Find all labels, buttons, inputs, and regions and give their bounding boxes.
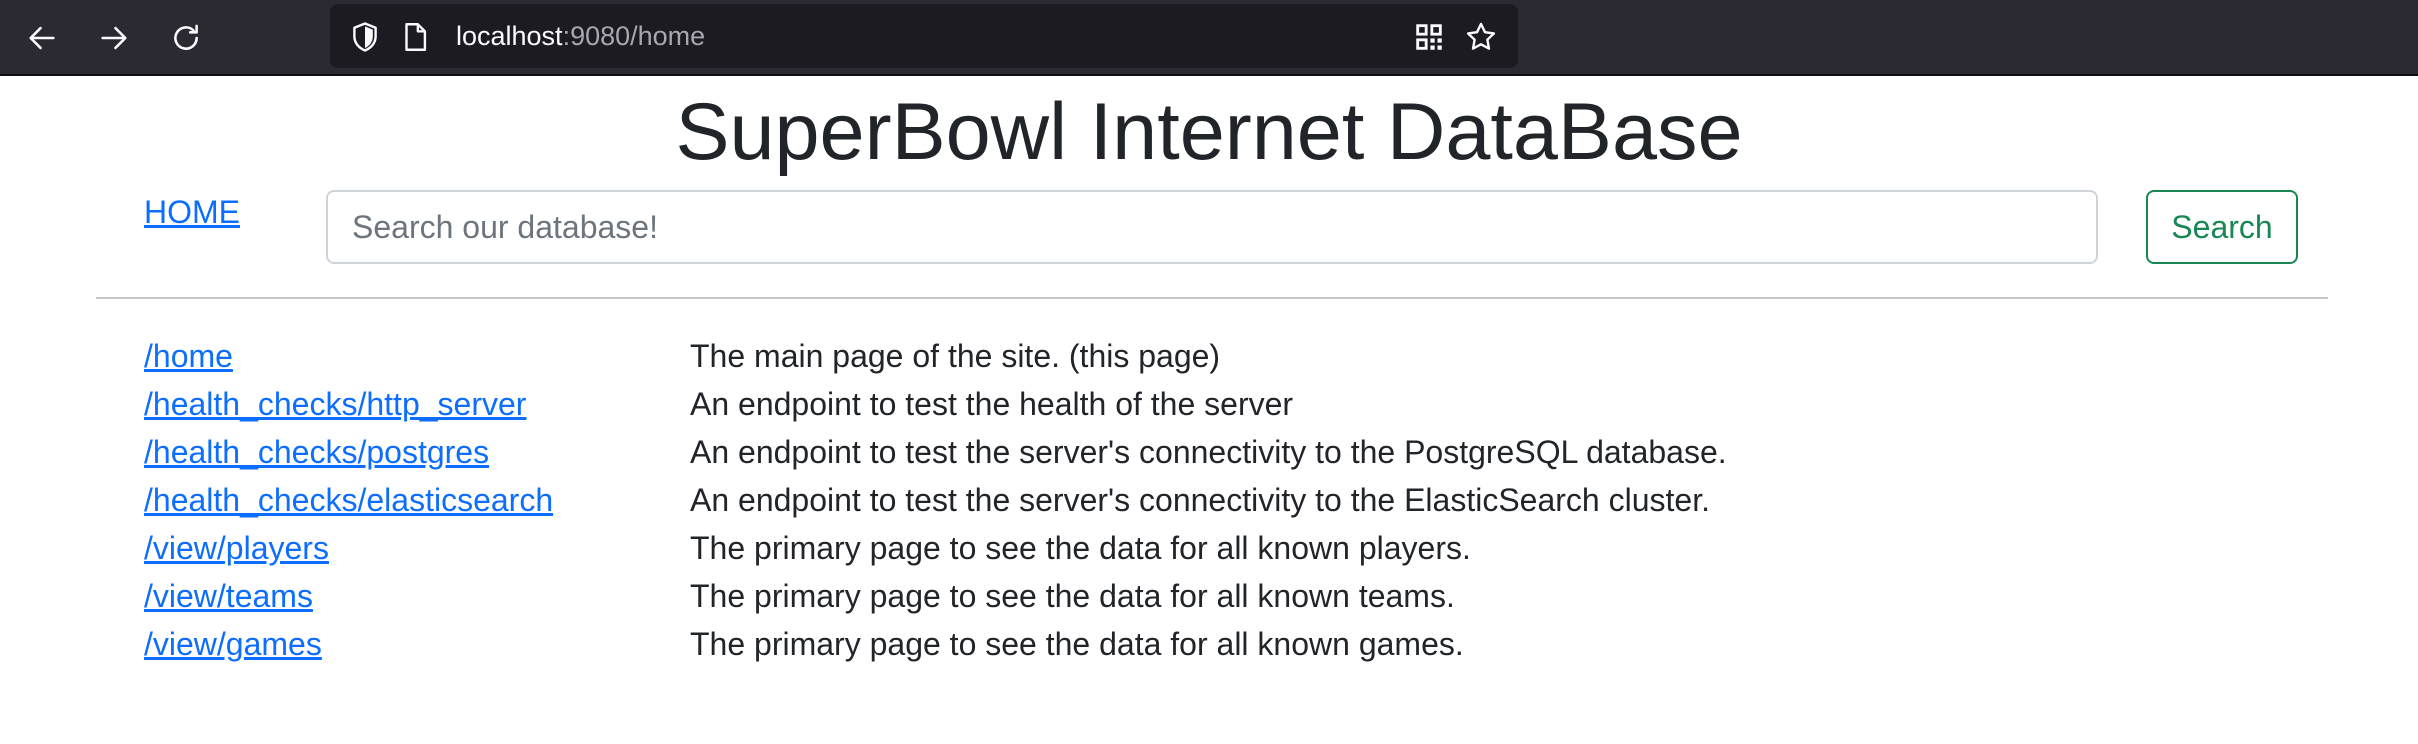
url-path: :9080/home [562, 21, 706, 51]
page-content: SuperBowl Internet DataBase HOME Search … [0, 76, 2418, 744]
search-button[interactable]: Search [2146, 190, 2298, 264]
url-text[interactable]: localhost:9080/home [456, 4, 705, 68]
bookmark-star-icon[interactable] [1464, 20, 1498, 54]
route-description: The primary page to see the data for all… [690, 626, 1464, 662]
reload-icon [174, 24, 198, 50]
url-bar[interactable]: localhost:9080/home [330, 4, 1518, 68]
route-link-health-elasticsearch[interactable]: /health_checks/elasticsearch [144, 476, 553, 524]
route-description: The primary page to see the data for all… [690, 530, 1471, 566]
route-link-view-games[interactable]: /view/games [144, 620, 322, 668]
route-row-view-games: /view/games The primary page to see the … [144, 620, 2244, 668]
route-row-home: /home The main page of the site. (this p… [144, 332, 2244, 380]
route-link-view-players[interactable]: /view/players [144, 524, 329, 572]
route-link-health-http-server[interactable]: /health_checks/http_server [144, 380, 526, 428]
route-description: An endpoint to test the health of the se… [690, 386, 1294, 422]
browser-toolbar: localhost:9080/home [0, 0, 2418, 76]
shield-icon[interactable] [348, 20, 382, 54]
route-description: The main page of the site. (this page) [690, 338, 1221, 374]
page-title: SuperBowl Internet DataBase [675, 87, 1743, 177]
route-description: An endpoint to test the server's connect… [690, 434, 1727, 470]
home-link[interactable]: HOME [144, 192, 240, 232]
route-description: The primary page to see the data for all… [690, 578, 1455, 614]
route-link-view-teams[interactable]: /view/teams [144, 572, 313, 620]
route-row-health-postgres: /health_checks/postgres An endpoint to t… [144, 428, 2244, 476]
route-row-health-elasticsearch: /health_checks/elasticsearch An endpoint… [144, 476, 2244, 524]
search-input[interactable] [326, 190, 2098, 264]
url-host: localhost [456, 21, 563, 51]
routes-list: /home The main page of the site. (this p… [144, 332, 2244, 668]
route-row-view-teams: /view/teams The primary page to see the … [144, 572, 2244, 620]
back-button[interactable] [20, 16, 64, 60]
arrow-right-icon [101, 26, 127, 50]
qr-code-icon[interactable] [1412, 20, 1446, 54]
page-icon[interactable] [398, 20, 432, 54]
route-description: An endpoint to test the server's connect… [690, 482, 1710, 518]
reload-button[interactable] [164, 16, 208, 60]
route-row-view-players: /view/players The primary page to see th… [144, 524, 2244, 572]
route-link-health-postgres[interactable]: /health_checks/postgres [144, 428, 489, 476]
route-row-health-http-server: /health_checks/http_server An endpoint t… [144, 380, 2244, 428]
divider [96, 297, 2328, 299]
arrow-left-icon [29, 26, 55, 50]
route-link-home[interactable]: /home [144, 332, 233, 380]
forward-button[interactable] [92, 16, 136, 60]
